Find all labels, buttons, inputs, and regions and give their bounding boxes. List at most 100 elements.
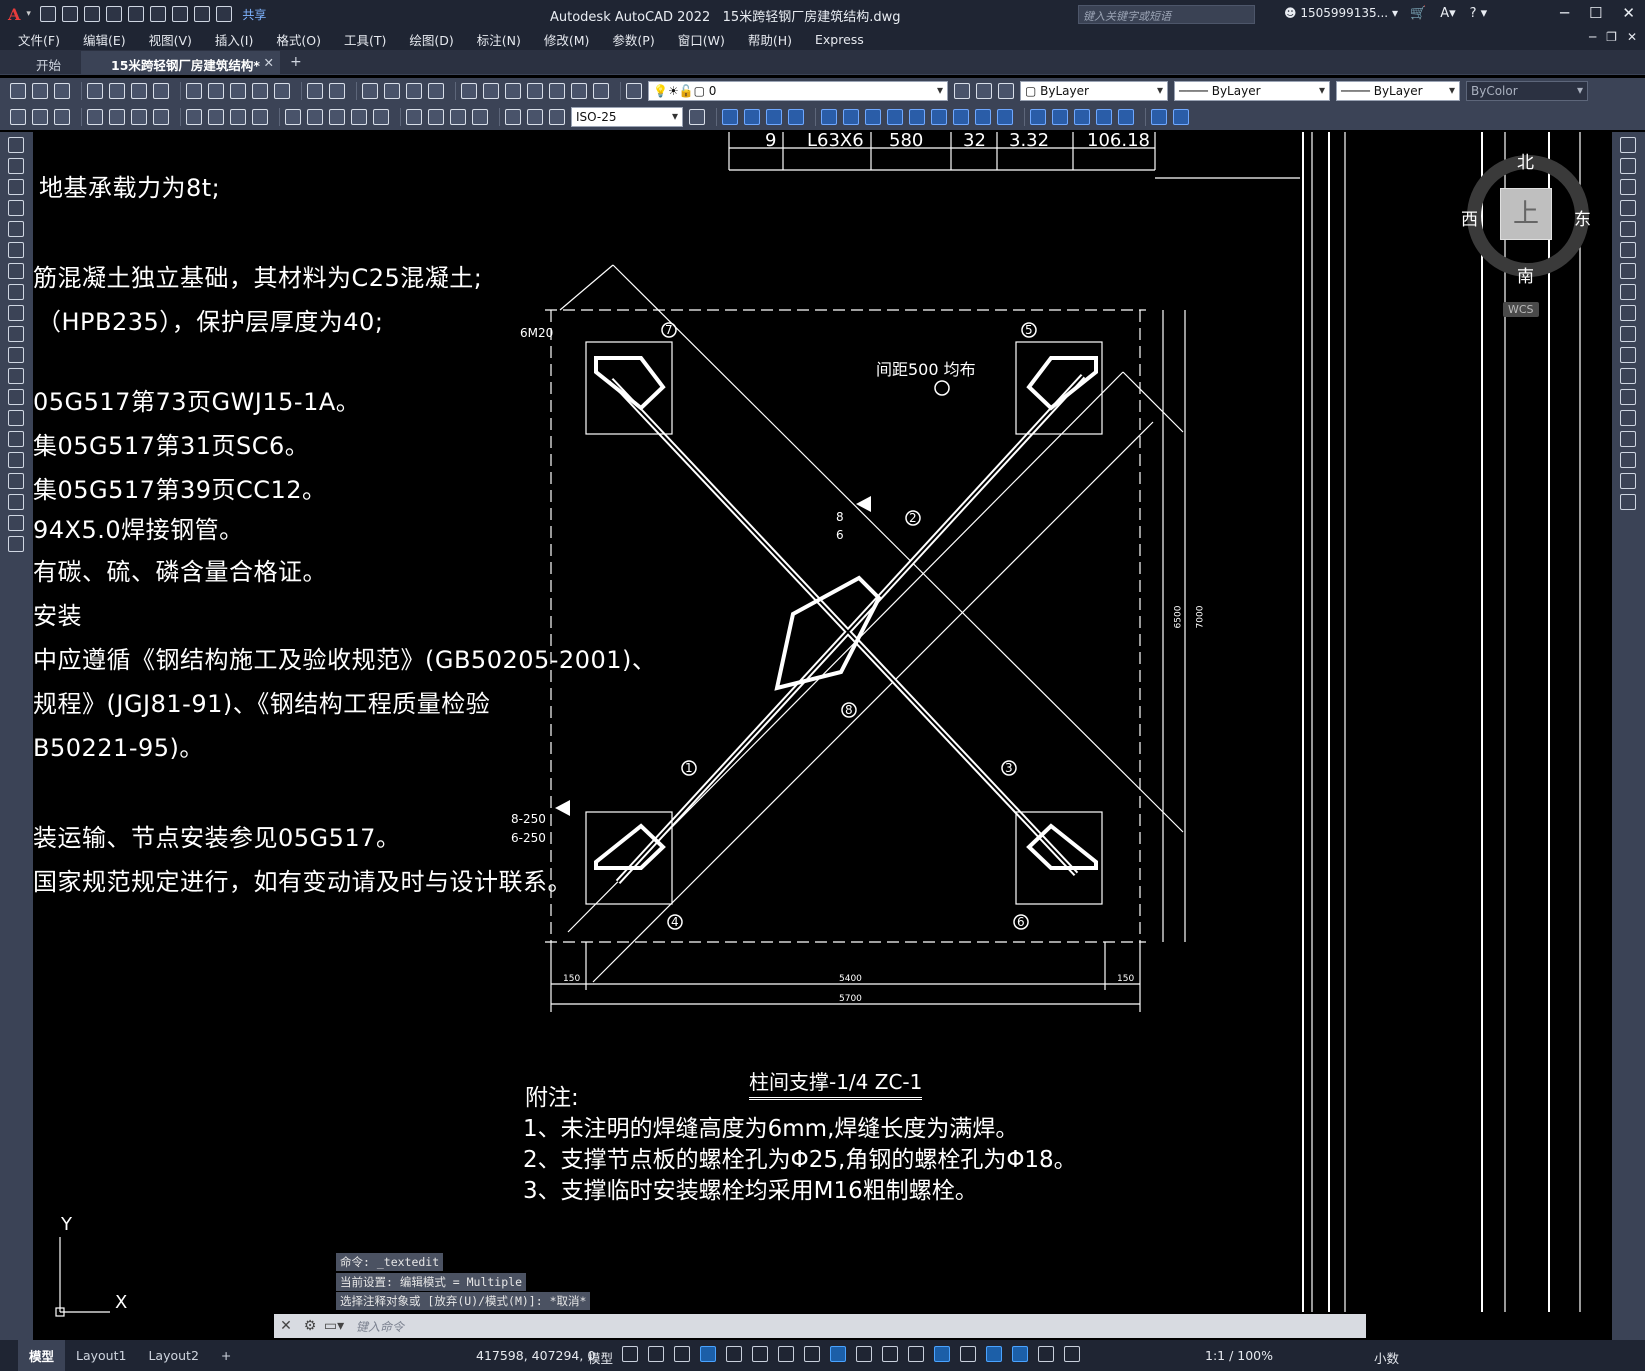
layer-previous-icon[interactable] bbox=[976, 83, 992, 99]
open-file-icon[interactable] bbox=[62, 6, 79, 22]
array-icon[interactable] bbox=[1620, 221, 1636, 237]
presspull-icon[interactable] bbox=[843, 109, 859, 125]
3d-intersect-icon[interactable] bbox=[788, 109, 804, 125]
menu-tools[interactable]: 工具(T) bbox=[344, 30, 386, 49]
ortho-icon[interactable] bbox=[700, 1346, 716, 1362]
linetype-select[interactable]: ──── ByLayer bbox=[1174, 81, 1330, 101]
color-select[interactable]: ▢ ByLayer bbox=[1020, 81, 1168, 101]
add-layout-button[interactable]: + bbox=[210, 1342, 242, 1369]
dimstyle-select[interactable]: ISO-25 bbox=[571, 107, 683, 127]
app-menu-button[interactable]: A bbox=[8, 5, 20, 24]
coordinate-readout[interactable]: 417598, 407294, 0 bbox=[476, 1348, 595, 1363]
thicken-icon[interactable] bbox=[953, 109, 969, 125]
lineweight-icon[interactable] bbox=[830, 1346, 846, 1362]
annotation-scale-select[interactable]: 1:1 / 100% bbox=[1205, 1348, 1273, 1363]
3d-print-icon[interactable] bbox=[153, 83, 169, 99]
units-select[interactable]: 小数 bbox=[1374, 1348, 1399, 1367]
doc-minimize-icon[interactable]: ─ bbox=[1589, 30, 1596, 44]
ucs-world-icon[interactable] bbox=[1173, 109, 1189, 125]
save-icon[interactable] bbox=[54, 83, 70, 99]
web-save-icon[interactable] bbox=[150, 6, 167, 22]
maximize-icon[interactable]: ☐ bbox=[1589, 4, 1602, 22]
lights-icon[interactable] bbox=[1096, 109, 1112, 125]
trim-icon[interactable] bbox=[1620, 326, 1636, 342]
share-button[interactable]: 共享 bbox=[242, 6, 266, 23]
diameter-icon[interactable] bbox=[230, 109, 246, 125]
paste-icon[interactable] bbox=[230, 83, 246, 99]
dim-update-icon[interactable] bbox=[549, 109, 565, 125]
isodraft-icon[interactable] bbox=[752, 1346, 768, 1362]
calculator-icon[interactable] bbox=[571, 83, 587, 99]
menu-view[interactable]: 视图(V) bbox=[149, 30, 192, 49]
chevron-down-icon[interactable]: ▾ bbox=[26, 10, 34, 19]
menu-modify[interactable]: 修改(M) bbox=[544, 30, 590, 49]
polygon-icon[interactable] bbox=[8, 200, 24, 216]
ucs-icon[interactable] bbox=[1151, 109, 1167, 125]
menu-draw[interactable]: 绘图(D) bbox=[409, 30, 453, 49]
selection-filter-icon[interactable] bbox=[960, 1346, 976, 1362]
transparency-icon[interactable] bbox=[856, 1346, 872, 1362]
dynamic-ucs-icon[interactable] bbox=[934, 1346, 950, 1362]
arc-icon[interactable] bbox=[8, 242, 24, 258]
extrude-icon[interactable] bbox=[821, 109, 837, 125]
help-icon[interactable] bbox=[593, 83, 609, 99]
polyline-icon[interactable] bbox=[8, 179, 24, 195]
close-icon[interactable]: ✕ bbox=[274, 1318, 298, 1334]
block-editor-icon[interactable] bbox=[274, 83, 290, 99]
annotation-visibility-icon[interactable] bbox=[1012, 1346, 1028, 1362]
object-snap-icon[interactable] bbox=[804, 1346, 820, 1362]
redo-icon[interactable] bbox=[216, 6, 233, 22]
menu-help[interactable]: 帮助(H) bbox=[748, 30, 792, 49]
break-icon[interactable] bbox=[373, 109, 389, 125]
tab-start[interactable]: 开始 bbox=[6, 51, 81, 74]
lineweight-select[interactable]: ──── ByLayer bbox=[1336, 81, 1460, 101]
3d-union-icon[interactable] bbox=[744, 109, 760, 125]
autodesk-a360-icon[interactable]: A▾ bbox=[1440, 6, 1455, 21]
print-icon[interactable] bbox=[87, 83, 103, 99]
scale-icon[interactable] bbox=[1620, 284, 1636, 300]
tool-palettes-icon[interactable] bbox=[505, 83, 521, 99]
visual-style-icon[interactable] bbox=[1030, 109, 1046, 125]
3d-box-icon[interactable] bbox=[722, 109, 738, 125]
chamfer-icon[interactable] bbox=[1620, 431, 1636, 447]
minimize-icon[interactable]: ─ bbox=[1560, 4, 1569, 22]
menu-parametric[interactable]: 参数(P) bbox=[612, 30, 654, 49]
new-file-icon[interactable] bbox=[40, 6, 57, 22]
wcs-menu[interactable]: WCS bbox=[1503, 302, 1539, 317]
revolve-icon[interactable] bbox=[887, 109, 903, 125]
design-center-icon[interactable] bbox=[483, 83, 499, 99]
menu-format[interactable]: 格式(O) bbox=[276, 30, 321, 49]
menu-express[interactable]: Express bbox=[815, 32, 864, 47]
gizmo-icon[interactable] bbox=[986, 1346, 1002, 1362]
tab-layout1[interactable]: Layout1 bbox=[65, 1342, 137, 1369]
viewcube-north[interactable]: 北 bbox=[1517, 148, 1534, 173]
ellipse-icon[interactable] bbox=[8, 326, 24, 342]
interfere-icon[interactable] bbox=[975, 109, 991, 125]
viewcube-west[interactable]: 西 bbox=[1461, 205, 1478, 230]
extend-icon[interactable] bbox=[1620, 347, 1636, 363]
snap-icon[interactable] bbox=[648, 1346, 664, 1362]
command-input[interactable]: 键入命令 bbox=[356, 1318, 404, 1335]
center-mark-icon[interactable] bbox=[428, 109, 444, 125]
tab-close-icon[interactable]: ✕ bbox=[263, 55, 273, 70]
materials-icon[interactable] bbox=[1074, 109, 1090, 125]
circle-icon[interactable] bbox=[8, 263, 24, 279]
menu-window[interactable]: 窗口(W) bbox=[678, 30, 725, 49]
save-as-icon[interactable] bbox=[106, 6, 123, 22]
menu-file[interactable]: 文件(F) bbox=[18, 30, 60, 49]
drawing-canvas[interactable]: 地基承载力为8t; 筋混凝土独立基础，其材料为C25混凝土; （HPB235），… bbox=[33, 132, 1612, 1340]
stretch-icon[interactable] bbox=[1620, 305, 1636, 321]
loft-icon[interactable] bbox=[909, 109, 925, 125]
section-plane-icon[interactable] bbox=[997, 109, 1013, 125]
copy-icon[interactable] bbox=[208, 83, 224, 99]
tolerance-icon[interactable] bbox=[406, 109, 422, 125]
camera-icon[interactable] bbox=[1118, 109, 1134, 125]
cart-icon[interactable]: 🛒 bbox=[1410, 6, 1426, 21]
tab-drawing[interactable]: 15米跨轻钢厂房建筑结构* ✕ bbox=[81, 51, 280, 74]
spline-icon[interactable] bbox=[8, 305, 24, 321]
make-block-icon[interactable] bbox=[32, 109, 48, 125]
tab-layout2[interactable]: Layout2 bbox=[137, 1342, 209, 1369]
search-input[interactable]: 键入关键字或短语 bbox=[1078, 5, 1255, 24]
continue-icon[interactable] bbox=[329, 109, 345, 125]
3d-osnap-icon[interactable] bbox=[908, 1346, 924, 1362]
